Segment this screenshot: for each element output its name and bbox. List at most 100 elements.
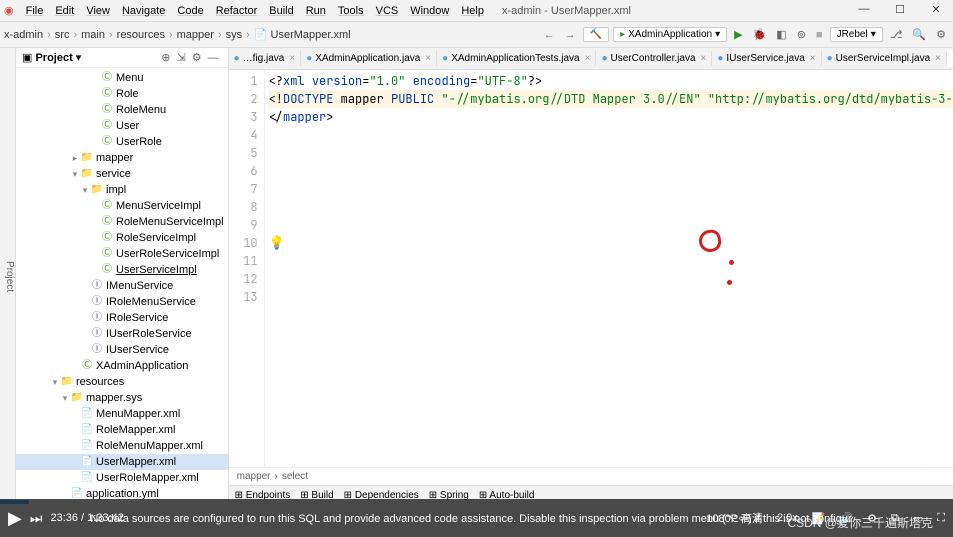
close-tab-icon[interactable]: ×: [585, 53, 591, 64]
project-tree[interactable]: ⒸMenuⒸRoleⒸRoleMenuⒸUserⒸUserRole▸📁mappe…: [16, 68, 228, 505]
code-lines[interactable]: <?xml version="1.0" encoding="UTF-8"?><!…: [265, 70, 953, 467]
tree-item[interactable]: ▾📁resources: [16, 374, 228, 390]
editor-tab[interactable]: ●XAdminApplication.java×: [301, 51, 437, 66]
search-icon[interactable]: 🔍: [909, 28, 929, 41]
tree-item[interactable]: ⒾIMenuService: [16, 278, 228, 294]
tree-item[interactable]: ▾📁service: [16, 166, 228, 182]
code-editor[interactable]: 12345678910111213 <?xml version="1.0" en…: [229, 70, 953, 467]
menu-window[interactable]: Window: [404, 3, 455, 19]
tree-label: User: [116, 118, 139, 134]
collapse-icon[interactable]: ⇲: [174, 51, 189, 64]
tree-item[interactable]: 📄RoleMenuMapper.xml: [16, 438, 228, 454]
tree-label: XAdminApplication: [96, 358, 188, 374]
tree-item[interactable]: ⒾIRoleMenuService: [16, 294, 228, 310]
intention-bulb-icon[interactable]: 💡: [269, 234, 285, 252]
profile-button[interactable]: ⊚: [794, 28, 809, 41]
settings-icon[interactable]: ⚙: [933, 28, 949, 41]
menu-refactor[interactable]: Refactor: [210, 3, 264, 19]
tree-label: resources: [76, 374, 124, 390]
menu-file[interactable]: File: [20, 3, 50, 19]
coverage-button[interactable]: ◧: [773, 28, 789, 41]
breadcrumb-segment[interactable]: main: [81, 29, 105, 41]
stop-button[interactable]: ■: [813, 29, 826, 41]
tree-item[interactable]: ⒸRole: [16, 86, 228, 102]
tree-item[interactable]: ⒾIRoleService: [16, 310, 228, 326]
tree-item[interactable]: ⒸUser: [16, 118, 228, 134]
breadcrumb-segment[interactable]: resources: [117, 29, 165, 41]
tree-item[interactable]: ▾📁impl: [16, 182, 228, 198]
line-gutter: 12345678910111213: [229, 70, 265, 467]
close-tab-icon[interactable]: ×: [701, 53, 707, 64]
close-tab-icon[interactable]: ×: [425, 53, 431, 64]
tree-label: Menu: [116, 70, 144, 86]
tree-item[interactable]: 📄UserMapper.xml: [16, 454, 228, 470]
hammer-icon[interactable]: 🔨: [583, 27, 609, 42]
tree-item[interactable]: ⒾIUserRoleService: [16, 326, 228, 342]
tree-label: RoleMenuServiceImpl: [116, 214, 224, 230]
tree-item[interactable]: ⒸRoleMenu: [16, 102, 228, 118]
menu-edit[interactable]: Edit: [49, 3, 80, 19]
menu-help[interactable]: Help: [455, 3, 490, 19]
rail-tab[interactable]: Project: [4, 261, 15, 292]
menu-run[interactable]: Run: [300, 3, 332, 19]
jrebel-dropdown[interactable]: JRebel ▾: [830, 27, 883, 42]
menu-tools[interactable]: Tools: [332, 3, 370, 19]
editor-tab[interactable]: ●…fig.java×: [229, 51, 302, 66]
tree-item[interactable]: ⒸMenu: [16, 70, 228, 86]
close-tab-icon[interactable]: ×: [289, 53, 295, 64]
close-tab-icon[interactable]: ×: [810, 53, 816, 64]
breadcrumb-segment[interactable]: sys: [226, 29, 243, 41]
close-button[interactable]: ✕: [921, 0, 951, 18]
editor-tab[interactable]: ●IUserService.java×: [712, 51, 821, 66]
tree-item[interactable]: ▸📁mapper: [16, 150, 228, 166]
menu-code[interactable]: Code: [171, 3, 209, 19]
tree-item[interactable]: ⒸUserRoleServiceImpl: [16, 246, 228, 262]
tree-item[interactable]: 📄RoleMapper.xml: [16, 422, 228, 438]
menu-build[interactable]: Build: [263, 3, 299, 19]
tree-label: RoleMapper.xml: [96, 422, 175, 438]
editor-breadcrumb[interactable]: mapper › select: [229, 467, 953, 485]
app-icon: ◉: [4, 4, 14, 17]
bilibili-icon[interactable]: ▷: [865, 437, 925, 477]
gear-icon[interactable]: ⚙: [189, 51, 205, 64]
tree-label: UserRole: [116, 134, 162, 150]
tree-item[interactable]: 📄UserRoleMapper.xml: [16, 470, 228, 486]
tree-item[interactable]: ⒸRoleServiceImpl: [16, 230, 228, 246]
breadcrumb-segment[interactable]: src: [55, 29, 70, 41]
tree-item[interactable]: ⒾIUserService: [16, 342, 228, 358]
tree-label: mapper.sys: [86, 390, 142, 406]
tree-label: RoleMenuMapper.xml: [96, 438, 203, 454]
editor-tab[interactable]: ●UserServiceImpl.java×: [822, 51, 947, 66]
select-opened-icon[interactable]: ⊕: [158, 51, 173, 64]
run-button[interactable]: ▶: [731, 28, 745, 41]
tree-label: IUserService: [106, 342, 169, 358]
breadcrumb[interactable]: x-admin › src › main › resources › mappe…: [4, 28, 541, 41]
menu-vcs[interactable]: VCS: [370, 3, 405, 19]
debug-button[interactable]: 🐞: [750, 28, 770, 41]
git-icon[interactable]: ⎇: [887, 28, 906, 41]
next-button[interactable]: →: [562, 29, 579, 41]
breadcrumb-segment[interactable]: mapper: [177, 29, 214, 41]
prev-button[interactable]: ←: [541, 29, 558, 41]
editor-tab[interactable]: ●XAdminApplicationTests.java×: [437, 51, 596, 66]
maximize-button[interactable]: ☐: [885, 0, 915, 18]
tree-item[interactable]: ⒸMenuServiceImpl: [16, 198, 228, 214]
tree-item[interactable]: ⒸXAdminApplication: [16, 358, 228, 374]
tree-item[interactable]: ▾📁mapper.sys: [16, 390, 228, 406]
tree-item[interactable]: ⒸUserRole: [16, 134, 228, 150]
tree-item[interactable]: ⒸRoleMenuServiceImpl: [16, 214, 228, 230]
tree-item[interactable]: 📄MenuMapper.xml: [16, 406, 228, 422]
tree-label: impl: [106, 182, 126, 198]
minimize-button[interactable]: —: [849, 0, 879, 18]
menu-view[interactable]: View: [80, 3, 116, 19]
menu-navigate[interactable]: Navigate: [116, 3, 171, 19]
run-config-dropdown[interactable]: ▸ XAdminApplication ▾: [613, 27, 727, 42]
breadcrumb-segment[interactable]: 📄 UserMapper.xml: [254, 28, 351, 41]
tree-item[interactable]: ⒸUserServiceImpl: [16, 262, 228, 278]
editor-tab[interactable]: ●UserMapper.xml×: [947, 50, 953, 67]
editor-tab[interactable]: ●UserController.java×: [596, 51, 712, 66]
hide-icon[interactable]: —: [205, 52, 222, 64]
project-view-dropdown[interactable]: ▣ Project ▾: [22, 51, 81, 64]
close-tab-icon[interactable]: ×: [935, 53, 941, 64]
breadcrumb-segment[interactable]: x-admin: [4, 29, 43, 41]
